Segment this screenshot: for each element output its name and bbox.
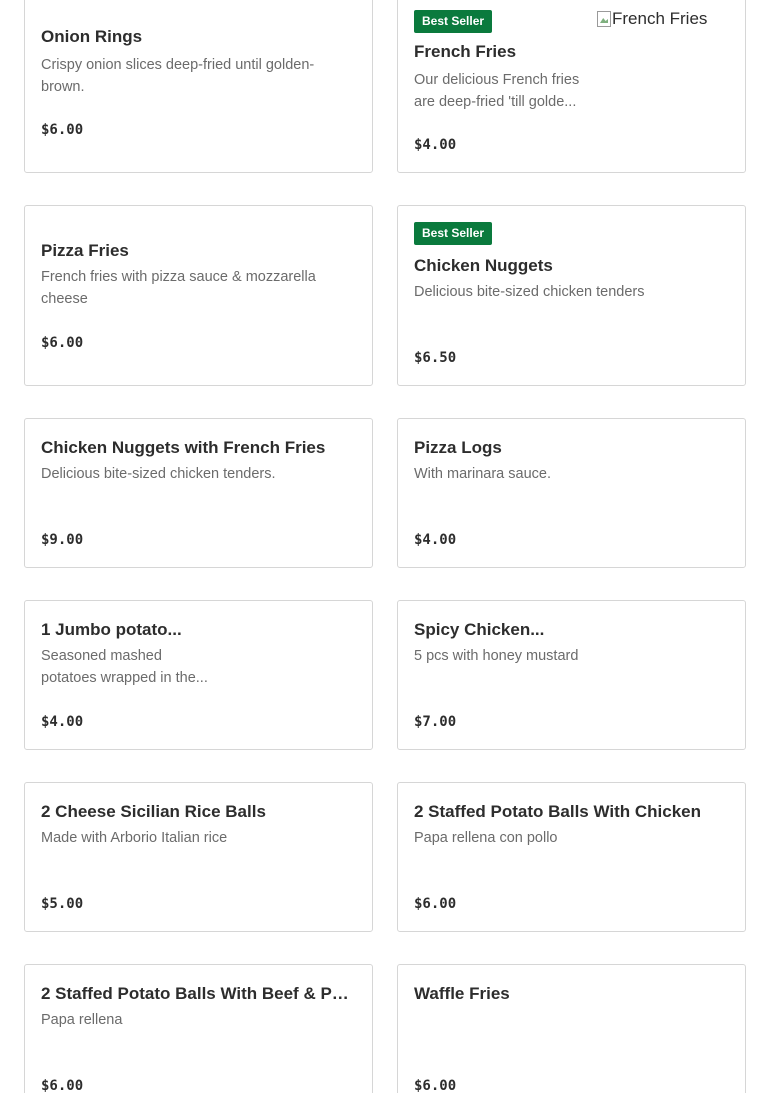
menu-item-card[interactable]: 1 Jumbo potato... Seasoned mashed potato… (24, 600, 373, 750)
item-description: Made with Arborio Italian rice (41, 827, 356, 849)
menu-item-card[interactable]: 2 Cheese Sicilian Rice Balls Made with A… (24, 782, 373, 932)
item-price: $6.00 (414, 896, 457, 912)
item-image: French Fries (597, 9, 707, 29)
item-description: French fries with pizza sauce & mozzarel… (41, 266, 356, 310)
item-title: 2 Staffed Potato Balls With Chicken (414, 802, 701, 821)
description-line: Delicious bite-sized chicken tenders (414, 284, 645, 300)
item-price: $7.00 (414, 714, 457, 730)
item-price: $5.00 (41, 896, 84, 912)
menu-item-card[interactable]: Onion Rings Crispy onion slices deep-fri… (24, 0, 373, 173)
item-title: 2 Staffed Potato Balls With Beef & Pork (41, 984, 356, 1003)
item-description: Our delicious French fries are deep-frie… (414, 69, 585, 113)
description-line: Delicious bite-sized chicken tenders. (41, 466, 276, 482)
description-line: potatoes wrapped in the... (41, 670, 208, 686)
item-title: French Fries (414, 42, 517, 61)
item-price: $6.50 (414, 350, 457, 366)
item-description: Papa rellena (41, 1009, 356, 1031)
item-title: 1 Jumbo potato... (41, 620, 182, 639)
item-description: Crispy onion slices deep-fried until gol… (41, 54, 356, 98)
item-price: $6.00 (41, 335, 84, 351)
menu-item-card[interactable]: Best Seller French Fries Our delicious F… (397, 0, 746, 173)
menu-item-card[interactable]: Waffle Fries $6.00 (397, 964, 746, 1093)
description-line: 5 pcs with honey mustard (414, 648, 579, 664)
item-price: $9.00 (41, 532, 84, 548)
item-price: $6.00 (414, 1078, 457, 1093)
item-description: Papa rellena con pollo (414, 827, 729, 849)
item-title: Chicken Nuggets (414, 256, 553, 275)
item-title: Waffle Fries (414, 984, 510, 1003)
description-line: Crispy onion slices deep-fried until gol… (41, 57, 315, 73)
item-title: Chicken Nuggets with French Fries (41, 438, 326, 457)
item-description: Delicious bite-sized chicken tenders (414, 281, 729, 303)
menu-item-card[interactable]: 2 Staffed Potato Balls With Beef & Pork … (24, 964, 373, 1093)
item-description: Delicious bite-sized chicken tenders. (41, 463, 356, 485)
menu-item-card[interactable]: Pizza Logs With marinara sauce. $4.00 (397, 418, 746, 568)
item-title: Spicy Chicken... (414, 620, 545, 639)
description-line: Papa rellena con pollo (414, 830, 558, 846)
menu-item-card[interactable]: Chicken Nuggets with French Fries Delici… (24, 418, 373, 568)
description-line: With marinara sauce. (414, 466, 551, 482)
description-line: brown. (41, 79, 85, 95)
menu-item-card[interactable]: Best Seller Chicken Nuggets Delicious bi… (397, 205, 746, 386)
item-description: With marinara sauce. (414, 463, 729, 485)
item-title: 2 Cheese Sicilian Rice Balls (41, 802, 266, 821)
description-line: Made with Arborio Italian rice (41, 830, 228, 846)
menu-item-card[interactable]: Spicy Chicken... 5 pcs with honey mustar… (397, 600, 746, 750)
best-seller-badge: Best Seller (414, 222, 493, 245)
menu-item-card[interactable]: 2 Staffed Potato Balls With Chicken Papa… (397, 782, 746, 932)
description-line: French fries with pizza sauce & mozzarel… (41, 269, 316, 307)
item-title: Pizza Fries (41, 241, 129, 260)
description-line: Our delicious French fries (414, 72, 580, 88)
item-price: $4.00 (414, 137, 457, 153)
item-price: $6.00 (41, 1078, 84, 1093)
item-price: $4.00 (41, 714, 84, 730)
broken-image-icon (597, 11, 611, 27)
item-price: $6.00 (41, 122, 84, 138)
item-price: $4.00 (414, 532, 457, 548)
best-seller-badge: Best Seller (414, 10, 493, 33)
description-line: Papa rellena (41, 1012, 123, 1028)
item-image-alt: French Fries (612, 9, 708, 28)
description-line: are deep-fried 'till golde... (414, 94, 577, 110)
item-title: Onion Rings (41, 27, 143, 46)
description-line: Seasoned mashed (41, 648, 162, 664)
item-description: 5 pcs with honey mustard (414, 645, 729, 667)
menu-item-card[interactable]: Pizza Fries French fries with pizza sauc… (24, 205, 373, 386)
item-description: Seasoned mashed potatoes wrapped in the.… (41, 645, 356, 689)
item-title: Pizza Logs (414, 438, 502, 457)
